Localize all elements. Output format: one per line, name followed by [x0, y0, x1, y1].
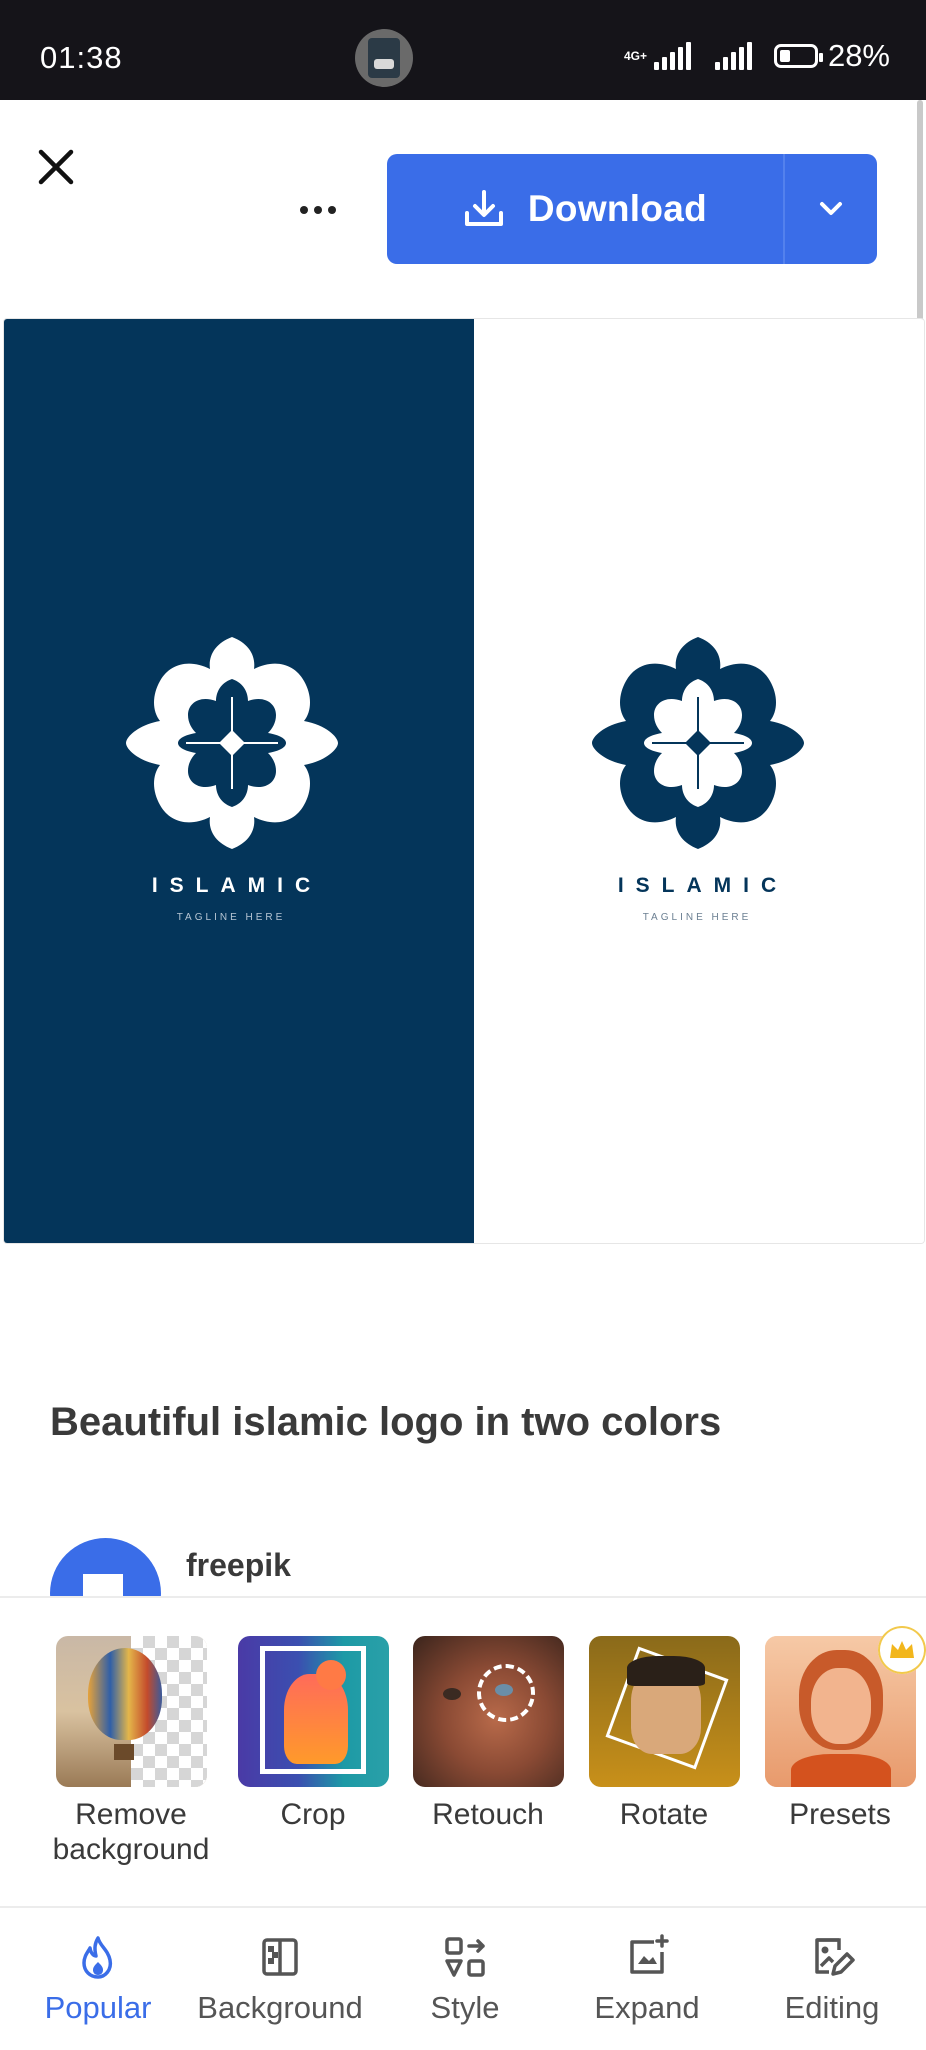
style-icon	[445, 1937, 485, 1977]
download-button-group: Download	[387, 154, 877, 264]
background-icon	[262, 1938, 298, 1976]
tool-presets[interactable]: Presets	[752, 1626, 926, 1832]
tool-remove-background[interactable]: Remove background	[43, 1636, 219, 1867]
status-bar: 01:38 4G+ 28%	[0, 0, 926, 100]
network-type-label: 4G+	[623, 49, 647, 63]
logo-dark-variant: ISLAMIC TAGLINE HERE	[4, 319, 474, 1243]
expand-icon	[630, 1934, 669, 1974]
tool-crop[interactable]: Crop	[225, 1636, 401, 1832]
nav-label: Style	[430, 1990, 500, 2025]
logo-light-variant: ISLAMIC TAGLINE HERE	[474, 319, 924, 1243]
signal-strength-2-icon	[714, 42, 752, 70]
battery-icon	[773, 44, 823, 68]
nav-style[interactable]: Style	[410, 1934, 520, 2026]
tool-rotate[interactable]: Rotate	[576, 1636, 752, 1832]
nav-label: Popular	[44, 1990, 152, 2025]
flame-icon	[82, 1936, 113, 1979]
editing-icon	[815, 1938, 855, 1976]
nav-editing[interactable]: Editing	[772, 1934, 892, 2026]
remove-background-thumb	[55, 1636, 207, 1787]
logo-text-light: ISLAMIC	[151, 874, 323, 897]
battery-percent: 28%	[827, 38, 890, 73]
retouch-thumb	[412, 1636, 564, 1787]
nav-expand[interactable]: Expand	[582, 1934, 712, 2026]
rotate-thumb	[588, 1636, 740, 1787]
crop-thumb	[237, 1636, 389, 1787]
nav-label: Background	[197, 1990, 363, 2025]
nav-label: Editing	[784, 1990, 880, 2025]
tool-label: Crop	[280, 1798, 346, 1831]
editing-tools-panel: Remove background Crop Retouch Rotate Pr…	[0, 1596, 926, 1908]
close-icon	[38, 149, 74, 185]
image-preview[interactable]: ISLAMIC TAGLINE HERE ISLAMIC TAGLINE HER…	[3, 318, 925, 1244]
tool-label: Retouch	[432, 1798, 544, 1831]
tool-label: Remove background	[52, 1798, 210, 1866]
tool-label: Rotate	[619, 1798, 709, 1831]
premium-crown-icon	[877, 1626, 926, 1674]
download-label: Download	[527, 188, 708, 229]
nav-popular[interactable]: Popular	[38, 1934, 158, 2026]
more-options-button[interactable]	[296, 190, 340, 230]
logo-text-dark: ISLAMIC	[617, 874, 789, 897]
status-time: 01:38	[40, 40, 123, 75]
bottom-navigation: Popular Background Style Expand Editing	[0, 1906, 926, 2050]
islamic-logo-mark-navy	[592, 637, 804, 849]
close-button[interactable]	[34, 145, 78, 189]
download-options-dropdown[interactable]	[785, 154, 877, 264]
notification-app-icon	[355, 29, 413, 87]
download-icon	[464, 190, 503, 226]
resource-title: Beautiful islamic logo in two colors	[50, 1400, 722, 1444]
nav-background[interactable]: Background	[192, 1934, 368, 2026]
chevron-down-icon	[820, 202, 842, 215]
status-indicators: 4G+ 28%	[624, 36, 890, 76]
logo-tagline-dark: TAGLINE HERE	[642, 912, 752, 923]
presets-thumb	[764, 1626, 926, 1787]
download-button[interactable]: Download	[387, 154, 782, 264]
islamic-logo-mark-white	[126, 637, 338, 849]
nav-label: Expand	[594, 1990, 700, 2025]
author-name[interactable]: freepik	[186, 1547, 291, 1584]
signal-strength-icon	[653, 42, 691, 70]
tool-retouch[interactable]: Retouch	[400, 1636, 576, 1832]
more-horizontal-icon	[300, 206, 308, 214]
tool-label: Presets	[789, 1798, 891, 1831]
logo-tagline-light: TAGLINE HERE	[176, 912, 286, 923]
